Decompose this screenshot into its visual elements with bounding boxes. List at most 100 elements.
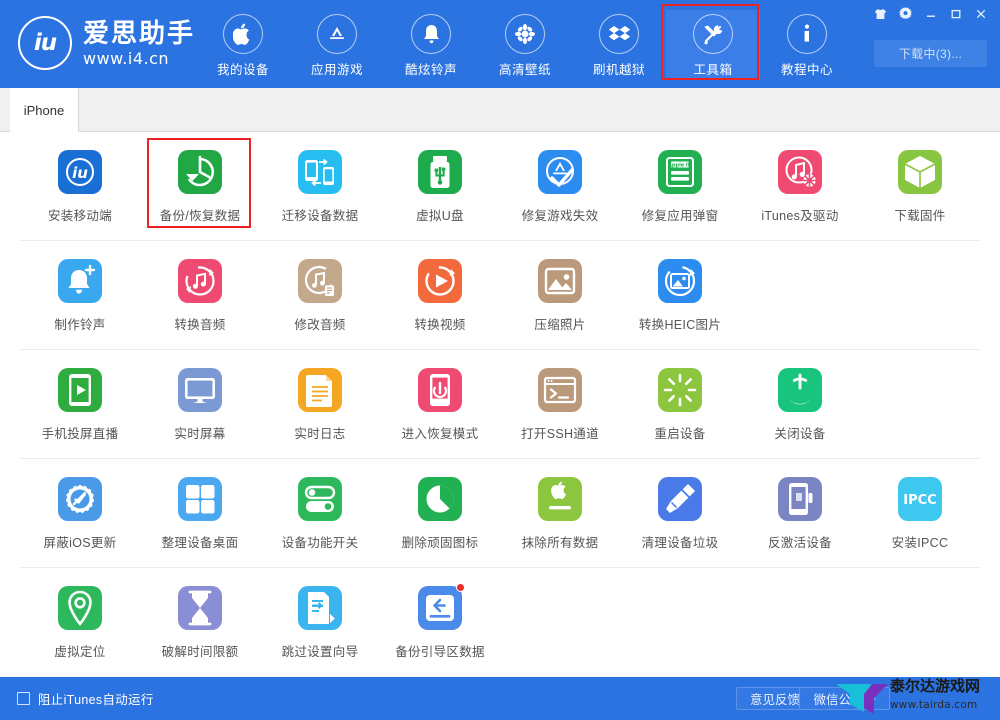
brand-text: 爱思助手 www.i4.cn [83, 20, 195, 67]
tool-tile-4-0[interactable]: 虚拟定位 [20, 580, 140, 677]
tool-tile-label: 设备功能开关 [281, 536, 359, 550]
tool-tile-1-1[interactable]: 转换音频 [140, 253, 260, 350]
tool-tile-1-3[interactable]: 转换视频 [380, 253, 500, 350]
tool-tile-label: 手机投屏直播 [41, 427, 119, 441]
toolbox-grid: iu 安装移动端 备份/恢复数据 迁移设备数据 虚拟U盘 修复游戏失效 Apple ID 修复… [0, 132, 1000, 677]
i4-app-icon: iu [58, 150, 102, 194]
tool-tile-label: 虚拟U盘 [416, 209, 464, 223]
tool-tile-1-5[interactable]: 转换HEIC图片 [620, 253, 740, 350]
tool-tile-label: 实时屏幕 [174, 427, 226, 441]
nav-item-0[interactable]: 我的设备 [196, 10, 290, 80]
tool-tile-2-3[interactable]: 进入恢复模式 [380, 362, 500, 459]
tool-tile-label: 备份引导区数据 [395, 645, 485, 659]
tool-tile-3-5[interactable]: 清理设备垃圾 [620, 471, 740, 568]
tool-tile-3-3[interactable]: 删除顽固图标 [380, 471, 500, 568]
tool-tile-label: 制作铃声 [54, 318, 106, 332]
tool-tile-2-1[interactable]: 实时屏幕 [140, 362, 260, 459]
tool-tile-0-4[interactable]: 修复游戏失效 [500, 144, 620, 241]
backup-boot-icon [418, 583, 465, 630]
nav-item-1[interactable]: 应用游戏 [290, 10, 384, 80]
flower-icon [505, 14, 545, 54]
tool-tile-label: 安装IPCC [891, 536, 949, 550]
block-itunes-label: 阻止iTunes自动运行 [38, 693, 154, 707]
nav-item-label: 刷机越狱 [592, 63, 645, 77]
tool-tile-4-2[interactable]: 跳过设置向导 [260, 580, 380, 677]
appstore-icon [317, 14, 357, 54]
tool-tile-label: 关闭设备 [774, 427, 826, 441]
tool-tile-label: 备份/恢复数据 [159, 209, 241, 223]
tool-tile-3-6[interactable]: 反激活设备 [740, 471, 860, 568]
nav-item-2[interactable]: 酷炫铃声 [384, 10, 478, 80]
tool-tile-label: 迁移设备数据 [281, 209, 359, 223]
skin-icon[interactable] [869, 3, 892, 24]
tool-tile-2-5[interactable]: 重启设备 [620, 362, 740, 459]
itunes-driver-icon [778, 150, 822, 194]
migrate-device-icon [298, 150, 342, 194]
window-controls [869, 3, 992, 24]
nav-item-label: 应用游戏 [310, 63, 363, 77]
block-update-icon [58, 477, 102, 521]
tool-tile-3-7[interactable]: IPCC 安装IPCC [860, 471, 980, 568]
i4tools-window: 下载中(3)... iu 爱思助手 www.i4.cn 我的设备 应用游戏 酷炫铃声… [0, 0, 1000, 720]
apple-icon [223, 14, 263, 54]
nav-item-4[interactable]: 刷机越狱 [572, 10, 666, 80]
tool-tile-3-2[interactable]: 设备功能开关 [260, 471, 380, 568]
tool-tile-0-1[interactable]: 备份/恢复数据 [140, 138, 260, 241]
tool-tile-0-7[interactable]: 下载固件 [860, 144, 980, 241]
tool-tile-3-1[interactable]: 整理设备桌面 [140, 471, 260, 568]
tool-tile-0-2[interactable]: 迁移设备数据 [260, 144, 380, 241]
maximize-icon[interactable] [944, 3, 967, 24]
tool-tile-2-6[interactable]: 关闭设备 [740, 362, 860, 459]
tool-tile-1-4[interactable]: 压缩照片 [500, 253, 620, 350]
tool-tile-4-3[interactable]: 备份引导区数据 [380, 580, 500, 677]
minimize-icon[interactable] [919, 3, 942, 24]
tool-tile-2-0[interactable]: 手机投屏直播 [20, 362, 140, 459]
close-icon[interactable] [969, 3, 992, 24]
tool-tile-3-0[interactable]: 屏蔽iOS更新 [20, 471, 140, 568]
tool-tile-4-1[interactable]: 破解时间限额 [140, 580, 260, 677]
settings-gear-icon[interactable] [894, 3, 917, 24]
download-status-button[interactable]: 下载中(3)... [874, 40, 987, 67]
tool-tile-3-4[interactable]: 抹除所有数据 [500, 471, 620, 568]
virtual-location-icon [58, 586, 102, 630]
wechat-button[interactable]: 微信公众号 [799, 687, 890, 710]
tool-row-1: 制作铃声 转换音频 修改音频 转换视频 压缩照片 转换HEIC图片 [0, 241, 1000, 350]
brand-name: 爱思助手 [83, 17, 196, 48]
dropbox-icon [599, 14, 639, 54]
backup-restore-icon [178, 150, 222, 194]
tool-tile-1-2[interactable]: 修改音频 [260, 253, 380, 350]
nav-item-label: 高清壁纸 [498, 63, 551, 77]
tool-tile-label: 虚拟定位 [54, 645, 106, 659]
arrange-desktop-icon [178, 477, 222, 521]
nav-item-5[interactable]: 工具箱 [661, 4, 760, 80]
tool-tile-label: 转换视频 [414, 318, 466, 332]
tool-tile-0-3[interactable]: 虚拟U盘 [380, 144, 500, 241]
tool-tile-1-0[interactable]: 制作铃声 [20, 253, 140, 350]
svg-text:Apple ID: Apple ID [668, 162, 692, 168]
tool-tile-0-5[interactable]: Apple ID 修复应用弹窗 [620, 144, 740, 241]
make-ringtone-icon [58, 259, 102, 303]
realtime-log-icon [298, 368, 342, 412]
nav-item-label: 酷炫铃声 [404, 63, 457, 77]
apple-id-icon: Apple ID [658, 150, 702, 194]
notification-badge [456, 583, 465, 592]
nav-item-3[interactable]: 高清壁纸 [478, 10, 572, 80]
tool-row-4: 虚拟定位 破解时间限额 跳过设置向导 备份引导区数据 [0, 568, 1000, 677]
ssh-terminal-icon [538, 368, 582, 412]
nav-item-label: 我的设备 [216, 63, 269, 77]
tool-tile-label: 破解时间限额 [161, 645, 239, 659]
block-itunes-checkbox[interactable] [17, 692, 30, 705]
firmware-box-icon [898, 150, 942, 194]
tool-tile-0-6[interactable]: iTunes及驱动 [740, 144, 860, 241]
svg-text:IPCC: IPCC [903, 493, 936, 508]
tool-tile-0-0[interactable]: iu 安装移动端 [20, 144, 140, 241]
tab-iphone[interactable]: iPhone [10, 88, 79, 132]
info-icon [787, 14, 827, 54]
block-itunes-checkbox-wrap[interactable]: 阻止iTunes自动运行 [17, 689, 154, 708]
tool-tile-2-4[interactable]: 打开SSH通道 [500, 362, 620, 459]
nav-item-6[interactable]: 教程中心 [760, 10, 854, 80]
tool-tile-2-2[interactable]: 实时日志 [260, 362, 380, 459]
feature-toggle-icon [298, 477, 342, 521]
tool-tile-label: 删除顽固图标 [401, 536, 479, 550]
screen-cast-icon [58, 368, 102, 412]
